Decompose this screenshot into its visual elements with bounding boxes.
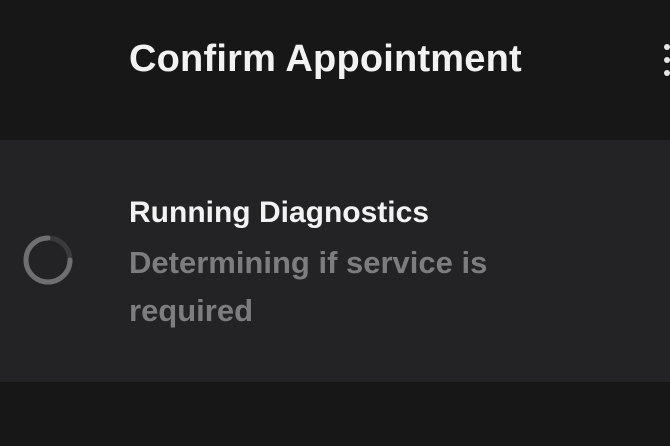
- loading-spinner-icon: [23, 235, 73, 285]
- diagnostics-status-card: Running Diagnostics Determining if servi…: [0, 140, 670, 382]
- page-title: Confirm Appointment: [129, 38, 522, 80]
- status-title: Running Diagnostics: [129, 196, 429, 229]
- app-header: Confirm Appointment: [0, 0, 670, 140]
- status-detail: Determining if service is required: [129, 245, 488, 328]
- bottom-background: [0, 382, 670, 446]
- more-vertical-icon[interactable]: [664, 44, 670, 80]
